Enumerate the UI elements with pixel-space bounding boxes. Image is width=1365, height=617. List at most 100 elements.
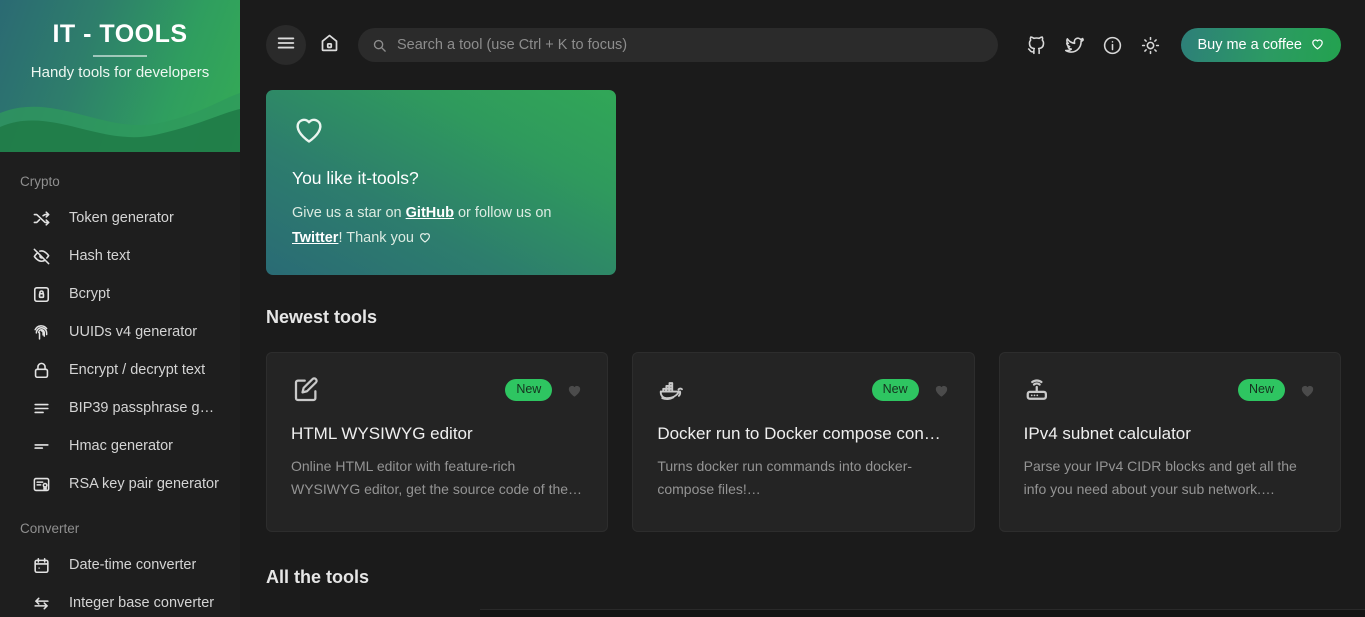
sidebar-item-integer-base-converter[interactable]: Integer base converter bbox=[0, 584, 240, 617]
align-lines-icon bbox=[31, 398, 51, 418]
home-button[interactable] bbox=[312, 28, 346, 62]
sidebar-item-date-time-converter[interactable]: Date-time converter bbox=[0, 546, 240, 584]
heart-filled-icon bbox=[933, 382, 950, 399]
banner-text-before: Give us a star on bbox=[292, 205, 406, 221]
calendar-icon bbox=[31, 555, 51, 575]
lock-icon bbox=[31, 360, 51, 380]
github-icon bbox=[1026, 35, 1047, 56]
about-info-button[interactable] bbox=[1093, 26, 1131, 64]
eye-off-icon bbox=[31, 246, 51, 266]
brand-wave-decoration bbox=[0, 83, 240, 152]
brand-divider bbox=[93, 55, 147, 57]
top-navbar: Buy me a coffee bbox=[240, 0, 1365, 90]
lock-square-icon bbox=[31, 284, 51, 304]
status-badge: New bbox=[505, 379, 552, 400]
banner-text-after: ! Thank you bbox=[338, 230, 418, 246]
tool-card[interactable]: New HTML WYSIWYG editor Online HTML edit… bbox=[266, 352, 608, 532]
sidebar-item-label: Token generator bbox=[69, 210, 174, 226]
section-title-all-tools: All the tools bbox=[266, 567, 1341, 588]
buy-me-a-coffee-button[interactable]: Buy me a coffee bbox=[1181, 28, 1341, 62]
scrollbar-thumb[interactable] bbox=[480, 610, 1117, 617]
search-bar[interactable] bbox=[358, 28, 998, 62]
card-header-right: New bbox=[1238, 379, 1316, 400]
sidebar-item-hmac-generator[interactable]: Hmac generator bbox=[0, 427, 240, 465]
support-banner: You like it-tools? Give us a star on Git… bbox=[266, 90, 616, 275]
tool-card[interactable]: New IPv4 subnet calculator Parse your IP… bbox=[999, 352, 1341, 532]
router-wifi-icon bbox=[1024, 375, 1054, 405]
search-input[interactable] bbox=[397, 37, 984, 53]
brand-subtitle: Handy tools for developers bbox=[0, 64, 240, 81]
sidebar: IT - TOOLS Handy tools for developers Cr… bbox=[0, 0, 240, 617]
fingerprint-icon bbox=[31, 322, 51, 342]
card-header-right: New bbox=[872, 379, 950, 400]
shuffle-icon bbox=[31, 208, 51, 228]
heart-outline-icon bbox=[1310, 36, 1325, 55]
sidebar-item-label: RSA key pair generator bbox=[69, 476, 219, 492]
status-badge: New bbox=[872, 379, 919, 400]
heart-outline-icon bbox=[292, 112, 326, 146]
sidebar-group-label-converter: Converter bbox=[0, 503, 240, 546]
github-link[interactable]: GitHub bbox=[406, 205, 454, 221]
card-header: New bbox=[1024, 373, 1316, 407]
sidebar-nav[interactable]: Crypto Token generator Hash text Bcrypt bbox=[0, 152, 240, 617]
sidebar-item-bip39-passphrase-generator[interactable]: BIP39 passphrase gen… bbox=[0, 389, 240, 427]
hamburger-menu-icon bbox=[275, 32, 297, 59]
twitter-link[interactable]: Twitter bbox=[292, 230, 338, 246]
app-root: IT - TOOLS Handy tools for developers Cr… bbox=[0, 0, 1365, 617]
heart-filled-icon bbox=[566, 382, 583, 399]
brand-title: IT - TOOLS bbox=[0, 20, 240, 49]
sidebar-group-label-crypto: Crypto bbox=[0, 168, 240, 199]
exchange-arrows-icon bbox=[31, 593, 51, 613]
home-icon bbox=[319, 32, 340, 58]
sidebar-item-label: BIP39 passphrase gen… bbox=[69, 400, 219, 416]
sidebar-item-encrypt-decrypt-text[interactable]: Encrypt / decrypt text bbox=[0, 351, 240, 389]
horizontal-scrollbar[interactable] bbox=[480, 609, 1365, 617]
navbar-actions: Buy me a coffee bbox=[1017, 26, 1341, 64]
sidebar-item-label: Hmac generator bbox=[69, 438, 173, 454]
twitter-icon bbox=[1064, 35, 1085, 56]
banner-text-middle: or follow us on bbox=[454, 205, 552, 221]
search-icon bbox=[372, 38, 387, 53]
tool-description: Turns docker run commands into docker-co… bbox=[657, 455, 949, 501]
sidebar-item-rsa-key-pair-generator[interactable]: RSA key pair generator bbox=[0, 465, 240, 503]
heart-filled-icon bbox=[1299, 382, 1316, 399]
certificate-icon bbox=[31, 474, 51, 494]
sidebar-item-label: Encrypt / decrypt text bbox=[69, 362, 205, 378]
sidebar-item-label: Hash text bbox=[69, 248, 130, 264]
buy-me-a-coffee-label: Buy me a coffee bbox=[1197, 37, 1302, 53]
newest-tools-grid: New HTML WYSIWYG editor Online HTML edit… bbox=[266, 352, 1341, 532]
sidebar-item-hash-text[interactable]: Hash text bbox=[0, 237, 240, 275]
brand-header[interactable]: IT - TOOLS Handy tools for developers bbox=[0, 0, 240, 152]
tool-title: IPv4 subnet calculator bbox=[1024, 424, 1316, 444]
sidebar-item-bcrypt[interactable]: Bcrypt bbox=[0, 275, 240, 313]
favorite-toggle-button[interactable] bbox=[566, 382, 583, 399]
docker-whale-icon bbox=[657, 375, 687, 405]
sidebar-item-label: Date-time converter bbox=[69, 557, 196, 573]
info-icon bbox=[1102, 35, 1123, 56]
sidebar-item-label: Bcrypt bbox=[69, 286, 110, 302]
theme-toggle-button[interactable] bbox=[1131, 26, 1169, 64]
card-header-right: New bbox=[505, 379, 583, 400]
heart-outline-icon bbox=[418, 228, 432, 253]
brightness-icon bbox=[1140, 35, 1161, 56]
sidebar-item-label: UUIDs v4 generator bbox=[69, 324, 197, 340]
tool-description: Parse your IPv4 CIDR blocks and get all … bbox=[1024, 455, 1316, 501]
tool-description: Online HTML editor with feature-rich WYS… bbox=[291, 455, 583, 501]
status-badge: New bbox=[1238, 379, 1285, 400]
main-area: Buy me a coffee You like it-tools? Give … bbox=[240, 0, 1365, 617]
sidebar-item-token-generator[interactable]: Token generator bbox=[0, 199, 240, 237]
twitter-link-button[interactable] bbox=[1055, 26, 1093, 64]
github-link-button[interactable] bbox=[1017, 26, 1055, 64]
tool-card[interactable]: New Docker run to Docker compose con… Tu… bbox=[632, 352, 974, 532]
sidebar-item-uuids-v4-generator[interactable]: UUIDs v4 generator bbox=[0, 313, 240, 351]
banner-title: You like it-tools? bbox=[292, 168, 590, 189]
favorite-toggle-button[interactable] bbox=[1299, 382, 1316, 399]
short-lines-icon bbox=[31, 436, 51, 456]
edit-pencil-square-icon bbox=[291, 375, 321, 405]
hamburger-menu-button[interactable] bbox=[266, 25, 306, 65]
banner-text: Give us a star on GitHub or follow us on… bbox=[292, 201, 562, 253]
tool-title: HTML WYSIWYG editor bbox=[291, 424, 583, 444]
tool-title: Docker run to Docker compose con… bbox=[657, 424, 949, 444]
card-header: New bbox=[657, 373, 949, 407]
favorite-toggle-button[interactable] bbox=[933, 382, 950, 399]
